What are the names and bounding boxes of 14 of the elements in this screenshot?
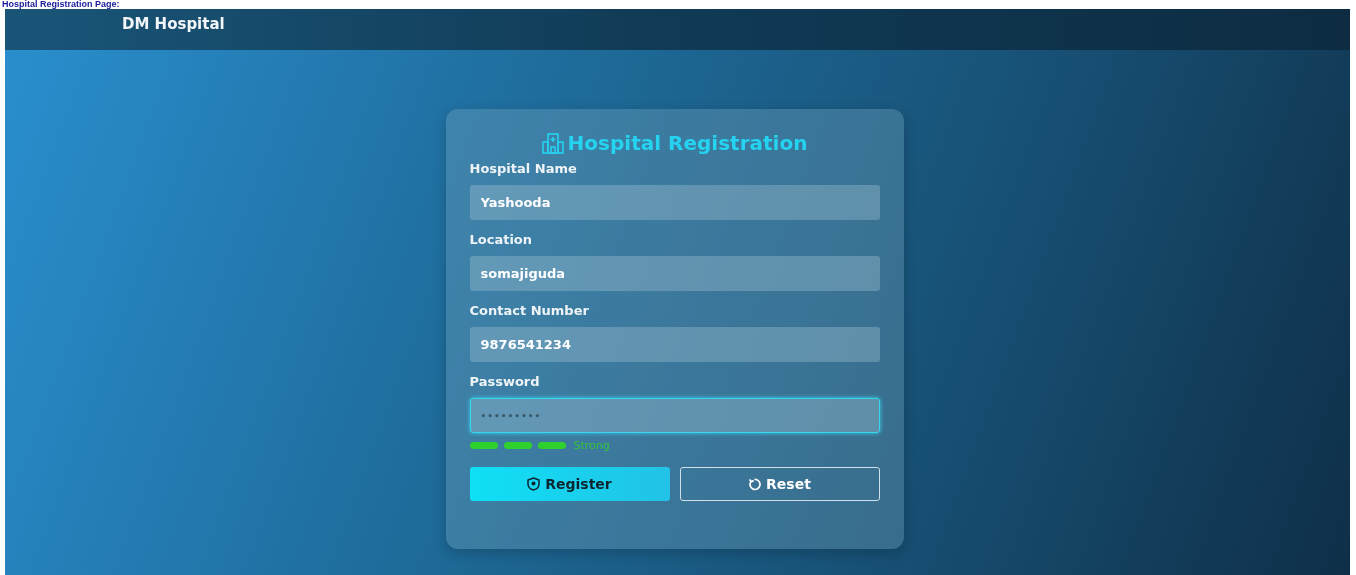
field-label: Password [469, 374, 541, 391]
reset-button[interactable]: Reset [679, 467, 880, 501]
field-label: Contact Number [469, 303, 590, 320]
register-button[interactable]: Register [469, 467, 670, 501]
field-label: Location [469, 232, 534, 249]
password-field[interactable]: ••••••••• [469, 398, 880, 433]
reset-icon [748, 477, 762, 491]
hospital-icon [541, 132, 564, 154]
brand-name: DM Hospital [122, 15, 225, 33]
shield-icon [527, 477, 541, 491]
form-title: Hospital Registration [567, 131, 808, 155]
strength-label: Strong [573, 438, 610, 452]
field-label: Hospital Name [469, 161, 578, 178]
page-caption: Hospital Registration Page: [2, 0, 120, 9]
